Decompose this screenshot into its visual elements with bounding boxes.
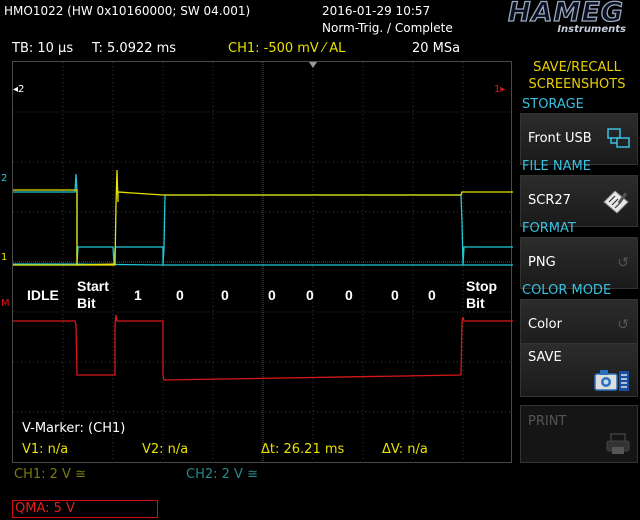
format-value: PNG (528, 255, 556, 270)
datetime: 2016-01-29 10:57 (322, 4, 431, 18)
cycle-icon: ↺ (617, 255, 629, 271)
bit-idle-label: IDLE (27, 287, 59, 303)
bit-stop-label: Stop Bit (466, 278, 497, 312)
qma-scale[interactable]: QMA: 5 V (12, 500, 158, 518)
ch2-level-marker: 2 (1, 173, 8, 184)
trigger-position-marker (309, 62, 317, 68)
save-label: SAVE (528, 350, 562, 365)
bit-stop-line2: Bit (466, 295, 485, 311)
hameg-logo: HAMEG Instruments (452, 0, 638, 38)
bit-stop-line1: Stop (466, 278, 498, 294)
bit-5-label: 0 (306, 287, 314, 303)
vmarker-v1: V1: n/a (22, 442, 69, 457)
bit-6-label: 0 (345, 287, 353, 303)
filename-button[interactable]: SCR27 (520, 175, 638, 227)
camera-icon (593, 368, 631, 398)
ch1-trigger-level[interactable]: CH1: -500 mV ⁄ AL (228, 41, 345, 57)
storage-heading: STORAGE (522, 97, 584, 112)
ch2-trace (13, 173, 513, 266)
sample-rate: 20 MSa (412, 41, 461, 56)
trigger-status: Norm-Trig. / Complete (322, 21, 453, 35)
colormode-heading: COLOR MODE (522, 283, 612, 298)
vmarker-dt: Δt: 26.21 ms (261, 442, 345, 457)
format-button[interactable]: PNG ↺ (520, 237, 638, 289)
bit-7-label: 0 (391, 287, 399, 303)
waveform-svg (13, 62, 513, 464)
waveform-display[interactable]: ◂2 1▸ (12, 61, 513, 464)
bit-1-label: 1 (134, 287, 142, 303)
brand-sub: Instruments (557, 24, 626, 35)
timebase[interactable]: TB: 10 µs (12, 41, 73, 57)
cycle-icon: ↺ (617, 317, 629, 333)
bit-4-label: 0 (268, 287, 276, 303)
menu-title: SAVE/RECALL SCREENSHOTS (528, 60, 626, 92)
edit-filename-icon (601, 188, 631, 220)
device-info: HMO1022 (HW 0x10160000; SW 04.001) (4, 4, 251, 18)
bit-8-label: 0 (428, 287, 436, 303)
storage-button[interactable]: Front USB (520, 113, 638, 165)
print-label: PRINT (528, 414, 567, 429)
bit-3-label: 0 (221, 287, 229, 303)
trigger-time[interactable]: T: 5.0922 ms (92, 41, 176, 57)
ref1-marker: 1▸ (494, 84, 506, 95)
bit-start-line2: Bit (77, 295, 96, 311)
storage-folder-icon (607, 126, 631, 156)
bit-start-label: Start Bit (77, 278, 109, 312)
vmarker-title: V-Marker: (CH1) (22, 421, 126, 436)
save-button[interactable]: SAVE (520, 343, 638, 397)
printer-icon (605, 432, 631, 460)
vmarker-v2: V2: n/a (142, 442, 189, 457)
filename-value: SCR27 (528, 193, 571, 208)
ref2-marker: ◂2 (13, 84, 25, 95)
print-button[interactable]: PRINT (520, 405, 638, 463)
bit-start-line1: Start (77, 278, 109, 294)
vmarker-dv: ΔV: n/a (382, 442, 428, 457)
format-heading: FORMAT (522, 221, 576, 236)
bit-2-label: 0 (176, 287, 184, 303)
colormode-value: Color (528, 317, 562, 332)
filename-heading: FILE NAME (522, 159, 591, 174)
ch1-scale[interactable]: CH1: 2 V ≅ (14, 467, 86, 482)
ch1-level-marker: 1 (1, 252, 8, 263)
math-level-marker: M (1, 298, 10, 309)
ch2-scale[interactable]: CH2: 2 V ≅ (186, 467, 258, 482)
storage-value: Front USB (528, 131, 592, 146)
